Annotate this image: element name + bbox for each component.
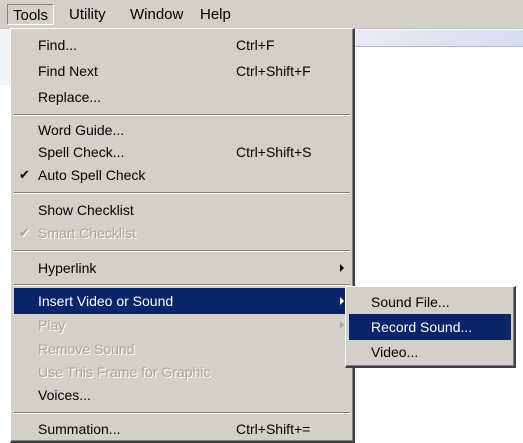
menu-bar: Tools Utility Window Help	[0, 0, 523, 29]
menu-item-summation[interactable]: Summation... Ctrl+Shift+=	[14, 416, 350, 442]
tools-dropdown-menu: Find... Ctrl+F Find Next Ctrl+Shift+F Re…	[10, 28, 355, 443]
menu-item-insert-video-or-sound[interactable]: Insert Video or Sound	[14, 288, 350, 314]
menu-item-label: Insert Video or Sound	[38, 293, 174, 309]
menu-item-label: Replace...	[38, 89, 102, 105]
menu-item-hyperlink[interactable]: Hyperlink	[14, 255, 350, 281]
menu-item-label: Summation...	[38, 421, 121, 437]
menu-window[interactable]: Window	[125, 4, 188, 25]
menu-item-label: Find Next	[38, 63, 98, 79]
menu-item-play: Play	[14, 312, 350, 338]
submenu-item-label: Video...	[371, 344, 419, 360]
menu-item-label: Hyperlink	[38, 260, 97, 276]
menu-item-shortcut: Ctrl+F	[236, 37, 275, 53]
menu-separator	[14, 114, 350, 116]
checkmark-icon: ✔	[19, 225, 30, 240]
menu-item-shortcut: Ctrl+Shift+F	[236, 63, 311, 79]
submenu-item-record-sound[interactable]: Record Sound...	[349, 314, 511, 340]
background-window-bar	[350, 30, 523, 47]
menu-item-auto-spell-check[interactable]: ✔ Auto Spell Check	[14, 162, 350, 188]
menu-separator	[14, 250, 350, 252]
menu-item-smart-checklist: ✔ Smart Checklist	[14, 220, 350, 246]
menu-item-label: Find...	[38, 37, 77, 53]
submenu-arrow-icon	[340, 297, 344, 305]
menu-help[interactable]: Help	[195, 4, 236, 25]
submenu-arrow-icon	[340, 321, 344, 329]
menu-separator	[14, 192, 350, 194]
menu-item-label: Smart Checklist	[38, 225, 137, 241]
menu-separator	[14, 412, 350, 414]
menu-tools[interactable]: Tools	[7, 4, 55, 25]
checkmark-icon: ✔	[19, 167, 30, 182]
submenu-item-video[interactable]: Video...	[349, 339, 511, 365]
menu-item-find[interactable]: Find... Ctrl+F	[14, 32, 350, 58]
menu-utility[interactable]: Utility	[64, 4, 111, 25]
submenu-arrow-icon	[340, 264, 344, 272]
menu-item-label: Play	[38, 317, 66, 333]
menu-item-voices[interactable]: Voices...	[14, 382, 350, 408]
menu-separator	[14, 284, 350, 286]
menu-item-label: Auto Spell Check	[38, 167, 146, 183]
submenu-item-label: Sound File...	[371, 294, 450, 310]
submenu-item-label: Record Sound...	[371, 319, 473, 335]
menu-item-replace[interactable]: Replace...	[14, 84, 350, 110]
insert-video-sound-submenu: Sound File... Record Sound... Video...	[345, 286, 516, 368]
menu-item-find-next[interactable]: Find Next Ctrl+Shift+F	[14, 58, 350, 84]
menu-item-label: Voices...	[38, 387, 91, 403]
menu-item-shortcut: Ctrl+Shift+=	[236, 421, 311, 437]
submenu-item-sound-file[interactable]: Sound File...	[349, 289, 511, 315]
